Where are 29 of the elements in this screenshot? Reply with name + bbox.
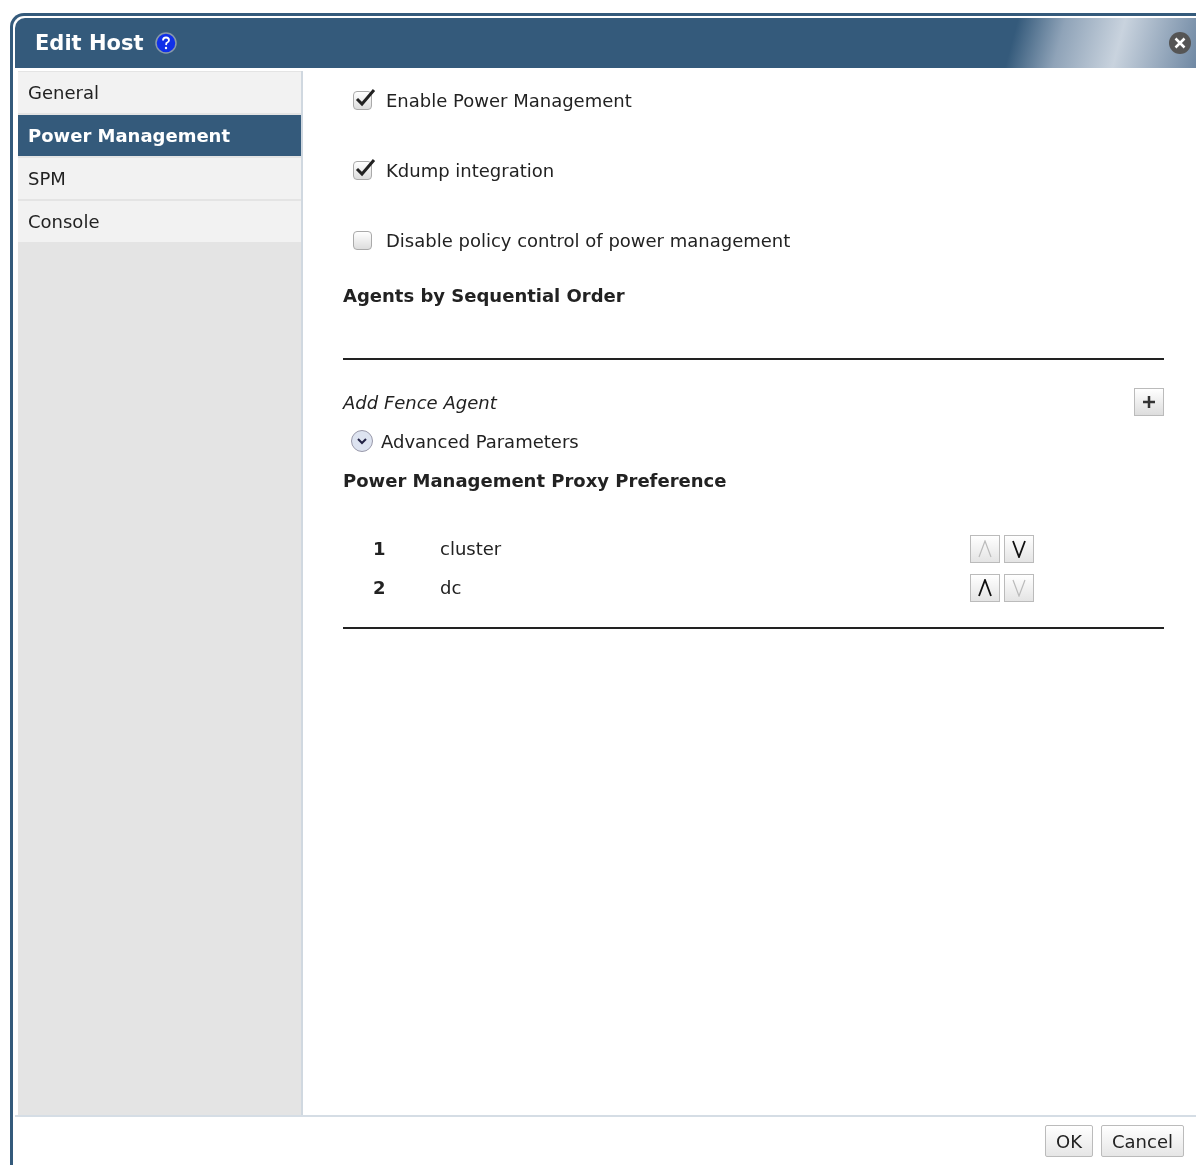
section-title: Power Management Proxy Preference bbox=[343, 470, 727, 491]
sidebar-tab[interactable]: Power Management bbox=[18, 115, 301, 156]
dialog-button[interactable]: OK bbox=[1045, 1125, 1093, 1157]
sidebar-tab[interactable]: Console bbox=[18, 201, 301, 242]
order-number: 2 bbox=[373, 577, 387, 598]
checkbox[interactable] bbox=[353, 230, 372, 250]
advanced-parameters-label: Advanced Parameters bbox=[381, 430, 579, 452]
checkbox[interactable] bbox=[353, 90, 372, 110]
window-title: Edit Host bbox=[35, 31, 144, 55]
move-up-button[interactable] bbox=[970, 573, 1000, 602]
sidebar-tab[interactable]: General bbox=[18, 72, 301, 113]
sidebar-tab[interactable]: SPM bbox=[18, 158, 301, 199]
add-fence-agent-label: Add Fence Agent bbox=[343, 391, 497, 413]
section-title: Agents by Sequential Order bbox=[343, 285, 625, 306]
order-number: 1 bbox=[373, 538, 387, 559]
move-down-button[interactable] bbox=[1004, 534, 1034, 563]
plus-icon bbox=[1142, 395, 1156, 409]
proxy-name: dc bbox=[440, 577, 462, 598]
close-icon[interactable] bbox=[1168, 31, 1192, 55]
checkbox-label: Disable policy control of power management bbox=[386, 229, 791, 251]
checkbox-label: Kdump integration bbox=[386, 159, 555, 181]
checkbox[interactable] bbox=[353, 160, 372, 180]
checkbox-label: Enable Power Management bbox=[386, 89, 632, 111]
add-button[interactable] bbox=[1134, 388, 1164, 416]
expand-toggle[interactable] bbox=[351, 430, 373, 452]
chevron-icon bbox=[357, 437, 367, 445]
proxy-name: cluster bbox=[440, 538, 502, 559]
help-icon[interactable] bbox=[155, 32, 178, 54]
dialog-button[interactable]: Cancel bbox=[1101, 1125, 1184, 1157]
